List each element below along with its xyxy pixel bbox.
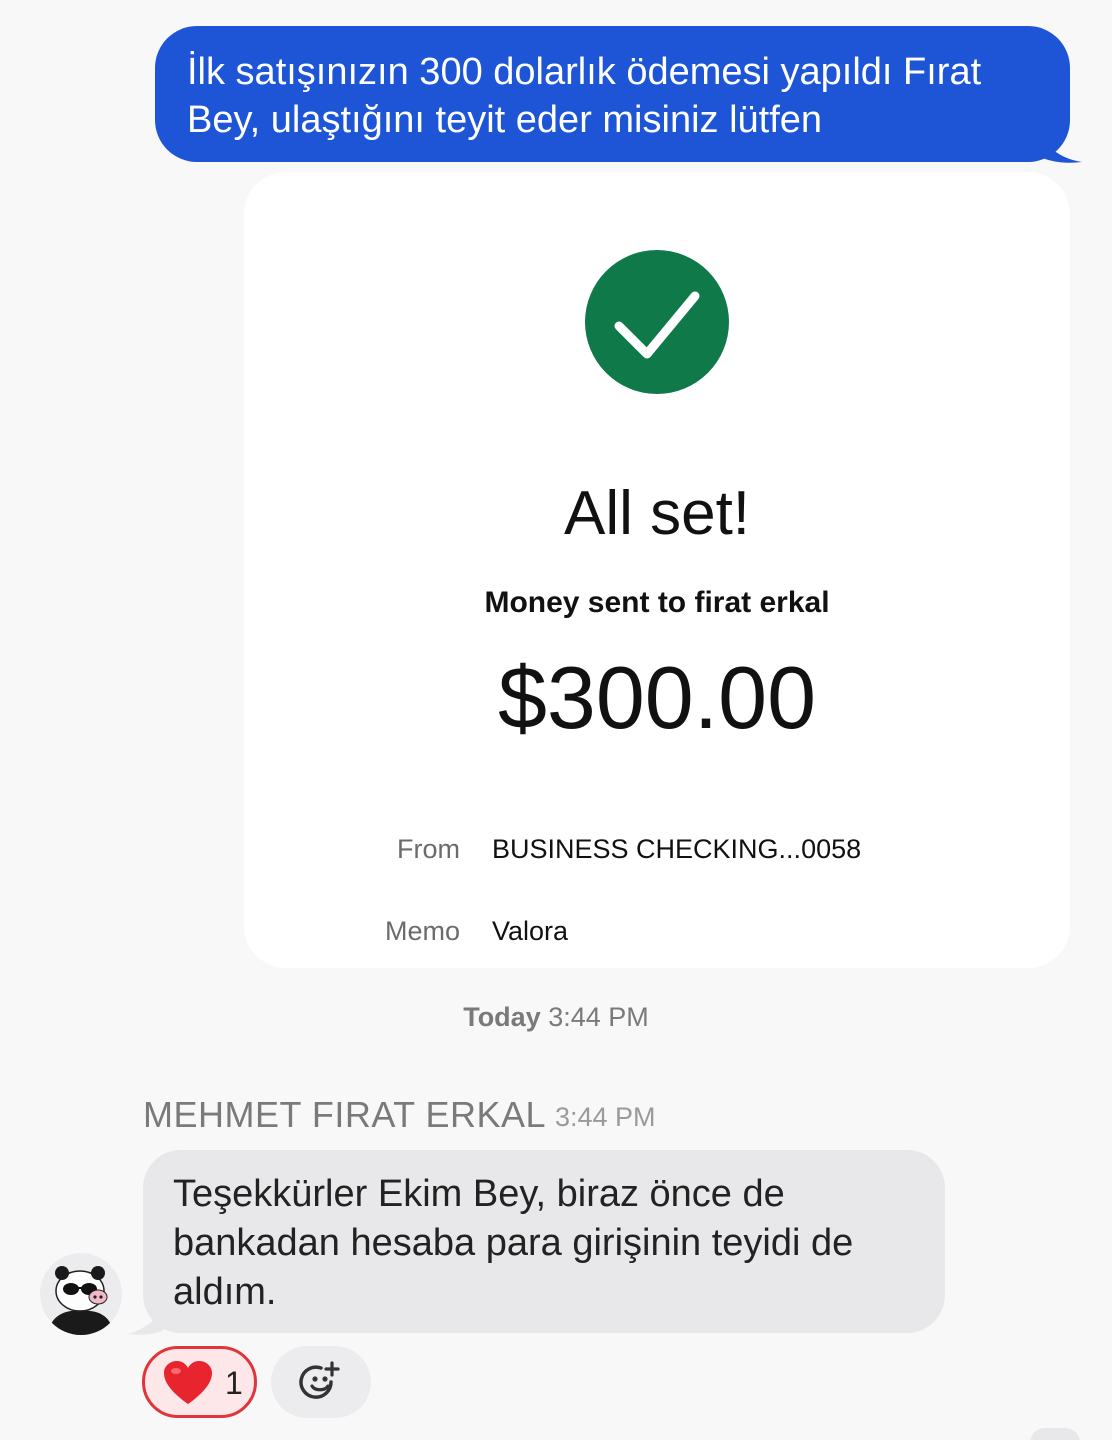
heart-reaction-button[interactable]: 1	[142, 1346, 257, 1418]
timestamp-time: 3:44 PM	[548, 1002, 649, 1032]
outgoing-bubble-tail	[1036, 124, 1082, 163]
heart-icon	[164, 1361, 212, 1404]
chat-screen: İlk satışınızın 300 dolarlık ödemesi yap…	[0, 0, 1112, 1440]
incoming-bubble-tail	[128, 1296, 168, 1335]
outgoing-message-text: İlk satışınızın 300 dolarlık ödemesi yap…	[187, 51, 982, 141]
next-message-bubble-edge	[1030, 1428, 1080, 1440]
heart-reaction-count: 1	[225, 1365, 243, 1401]
add-reaction-button[interactable]	[271, 1346, 371, 1418]
incoming-message-text: Teşekkürler Ekim Bey, biraz önce de bank…	[173, 1173, 854, 1313]
payment-confirmation-card[interactable]: All set! Money sent to firat erkal $300.…	[244, 172, 1070, 968]
sender-name: MEHMET FIRAT ERKAL	[143, 1094, 547, 1135]
add-emoji-icon	[299, 1361, 340, 1399]
from-value: BUSINESS CHECKING...0058	[492, 834, 862, 864]
message-timestamp: Today 3:44 PM	[0, 1000, 1112, 1034]
status-title: All set!	[563, 479, 751, 548]
recipient-line: Money sent to firat erkal	[484, 586, 830, 619]
check-circle-icon	[585, 250, 729, 394]
sender-time: 3:44 PM	[555, 1102, 656, 1132]
amount-value: $300.00	[497, 648, 817, 747]
outgoing-message-bubble[interactable]: İlk satışınızın 300 dolarlık ödemesi yap…	[155, 26, 1070, 162]
incoming-message-bubble[interactable]: Teşekkürler Ekim Bey, biraz önce de bank…	[143, 1150, 945, 1333]
from-label: From	[397, 834, 460, 864]
memo-value: Valora	[492, 916, 569, 946]
memo-label: Memo	[384, 916, 460, 946]
panda-avatar-icon[interactable]	[40, 1253, 122, 1335]
timestamp-day: Today	[463, 1002, 541, 1032]
